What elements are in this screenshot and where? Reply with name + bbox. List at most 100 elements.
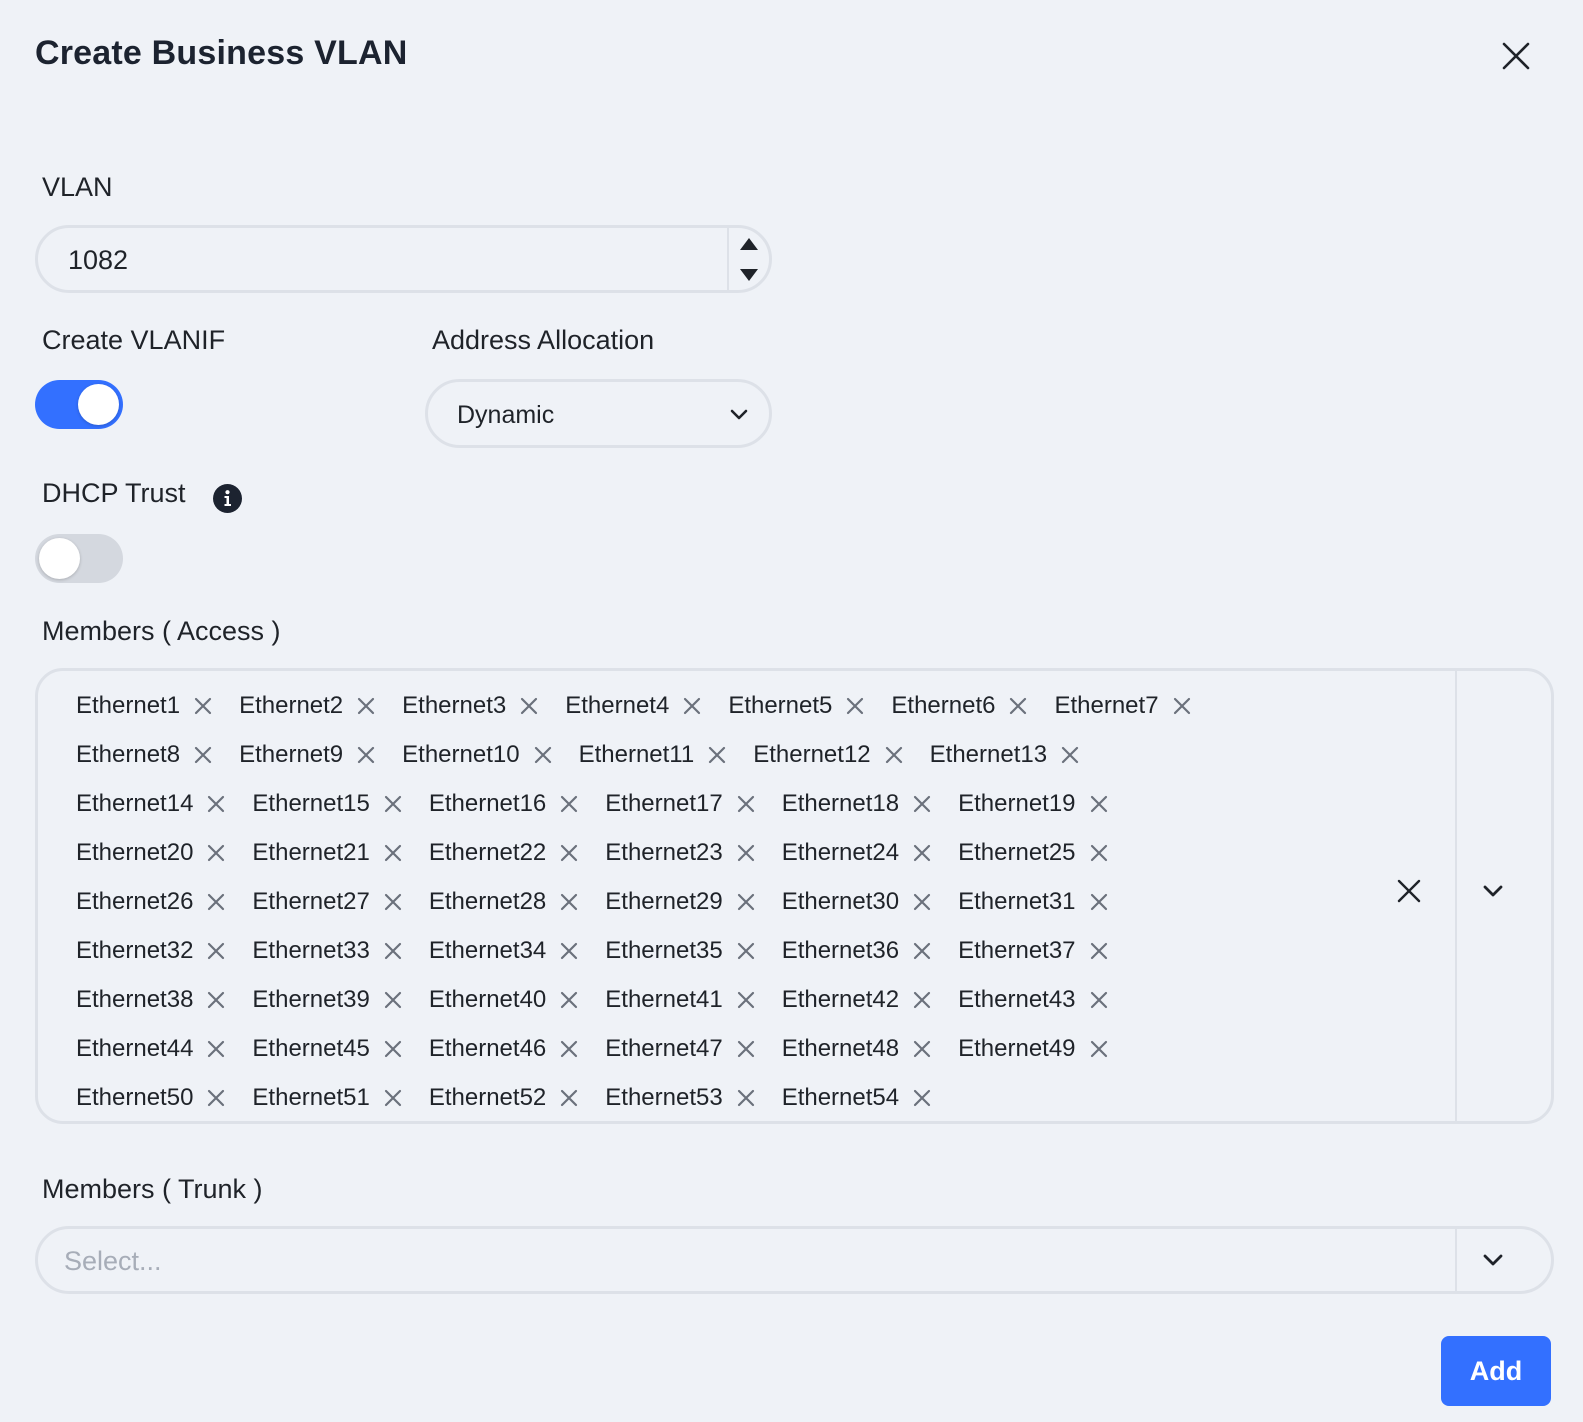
tag-remove-icon[interactable] [885, 746, 903, 764]
vlan-number-input[interactable]: 1082 [35, 225, 772, 293]
tag-remove-icon[interactable] [1090, 893, 1108, 911]
chevron-down-icon[interactable] [1481, 1248, 1505, 1272]
member-tag: Ethernet22 [429, 839, 578, 867]
decrement-button[interactable] [729, 259, 769, 290]
member-tag: Ethernet25 [958, 839, 1107, 867]
tag-remove-icon[interactable] [913, 893, 931, 911]
tag-remove-icon[interactable] [560, 1089, 578, 1107]
member-tag: Ethernet14 [76, 790, 225, 818]
tag-row: Ethernet8 Ethernet9 Ethernet10 Ethernet11 Et… [76, 730, 1316, 779]
members-trunk-select[interactable]: Select... [35, 1226, 1554, 1294]
tag-remove-icon[interactable] [384, 844, 402, 862]
tag-remove-icon[interactable] [520, 697, 538, 715]
member-tag-label: Ethernet21 [252, 838, 370, 866]
member-tag-label: Ethernet32 [76, 936, 194, 964]
tag-remove-icon[interactable] [683, 697, 701, 715]
tag-remove-icon[interactable] [1090, 942, 1108, 960]
tag-remove-icon[interactable] [1173, 697, 1191, 715]
tag-remove-icon[interactable] [384, 893, 402, 911]
tag-remove-icon[interactable] [913, 1040, 931, 1058]
tag-remove-icon[interactable] [207, 844, 225, 862]
tag-remove-icon[interactable] [846, 697, 864, 715]
member-tag-label: Ethernet45 [252, 1034, 370, 1062]
members-access-multiselect[interactable]: Ethernet1 Ethernet2 Ethernet3 Ethernet4 Ethe… [35, 668, 1554, 1124]
tag-remove-icon[interactable] [913, 991, 931, 1009]
tag-remove-icon[interactable] [708, 746, 726, 764]
tag-remove-icon[interactable] [560, 1040, 578, 1058]
vlan-label: VLAN [42, 172, 113, 202]
member-tag: Ethernet9 [239, 741, 375, 769]
tag-remove-icon[interactable] [737, 942, 755, 960]
tag-remove-icon[interactable] [913, 942, 931, 960]
tag-remove-icon[interactable] [207, 893, 225, 911]
member-tag: Ethernet4 [565, 692, 701, 720]
tag-remove-icon[interactable] [560, 942, 578, 960]
tag-remove-icon[interactable] [737, 1089, 755, 1107]
member-tag-label: Ethernet36 [781, 936, 900, 964]
tag-remove-icon[interactable] [194, 697, 212, 715]
tag-remove-icon[interactable] [384, 991, 402, 1009]
tag-remove-icon[interactable] [384, 1040, 402, 1058]
tag-remove-icon[interactable] [737, 795, 755, 813]
member-tag-label: Ethernet22 [428, 838, 547, 866]
tag-row: Ethernet14 Ethernet15 Ethernet16 Ethernet17… [76, 779, 1316, 828]
info-icon[interactable] [213, 484, 242, 513]
tag-remove-icon[interactable] [1090, 991, 1108, 1009]
member-tag-label: Ethernet54 [781, 1083, 900, 1111]
tag-remove-icon[interactable] [913, 795, 931, 813]
tag-remove-icon[interactable] [384, 942, 402, 960]
dropdown-indicator[interactable] [1481, 879, 1505, 908]
member-tag: Ethernet2 [239, 692, 375, 720]
tag-remove-icon[interactable] [1009, 697, 1027, 715]
member-tag-label: Ethernet15 [252, 789, 370, 817]
member-tag-label: Ethernet7 [1054, 691, 1159, 719]
member-tag: Ethernet30 [782, 888, 931, 916]
tag-remove-icon[interactable] [737, 991, 755, 1009]
tag-remove-icon[interactable] [737, 893, 755, 911]
tag-remove-icon[interactable] [1090, 795, 1108, 813]
add-button[interactable]: Add [1441, 1336, 1551, 1406]
members-trunk-label: Members ( Trunk ) [42, 1174, 263, 1204]
close-icon [1502, 42, 1530, 70]
member-tag-label: Ethernet19 [958, 789, 1076, 817]
dhcp-trust-toggle[interactable] [35, 534, 123, 583]
member-tag: Ethernet32 [76, 937, 225, 965]
member-tag: Ethernet52 [429, 1084, 578, 1112]
tag-remove-icon[interactable] [1061, 746, 1079, 764]
member-tag: Ethernet23 [605, 839, 754, 867]
tag-remove-icon[interactable] [737, 1040, 755, 1058]
tag-remove-icon[interactable] [384, 795, 402, 813]
member-tag: Ethernet29 [605, 888, 754, 916]
tag-remove-icon[interactable] [534, 746, 552, 764]
increment-button[interactable] [729, 228, 769, 259]
tag-remove-icon[interactable] [207, 1040, 225, 1058]
tag-remove-icon[interactable] [1090, 844, 1108, 862]
selected-tags: Ethernet1 Ethernet2 Ethernet3 Ethernet4 Ethe… [76, 681, 1316, 1122]
tag-remove-icon[interactable] [913, 1089, 931, 1107]
member-tag: Ethernet40 [429, 986, 578, 1014]
tag-remove-icon[interactable] [560, 795, 578, 813]
tag-remove-icon[interactable] [194, 746, 212, 764]
member-tag-label: Ethernet53 [605, 1083, 723, 1111]
clear-all-button[interactable] [1393, 875, 1425, 907]
address-allocation-value: Dynamic [457, 401, 555, 429]
create-vlanif-toggle[interactable] [35, 380, 123, 429]
tag-remove-icon[interactable] [1090, 1040, 1108, 1058]
tag-remove-icon[interactable] [384, 1089, 402, 1107]
tag-remove-icon[interactable] [207, 942, 225, 960]
tag-remove-icon[interactable] [560, 893, 578, 911]
address-allocation-select[interactable]: Dynamic [425, 379, 772, 448]
tag-remove-icon[interactable] [357, 746, 375, 764]
tag-remove-icon[interactable] [560, 991, 578, 1009]
tag-remove-icon[interactable] [207, 1089, 225, 1107]
tag-remove-icon[interactable] [357, 697, 375, 715]
tag-remove-icon[interactable] [207, 795, 225, 813]
tag-remove-icon[interactable] [207, 991, 225, 1009]
tag-remove-icon[interactable] [560, 844, 578, 862]
tag-remove-icon[interactable] [913, 844, 931, 862]
member-tag-label: Ethernet30 [781, 887, 900, 915]
close-button[interactable] [1496, 36, 1536, 76]
member-tag-label: Ethernet29 [605, 887, 723, 915]
member-tag-label: Ethernet17 [605, 789, 723, 817]
tag-remove-icon[interactable] [737, 844, 755, 862]
